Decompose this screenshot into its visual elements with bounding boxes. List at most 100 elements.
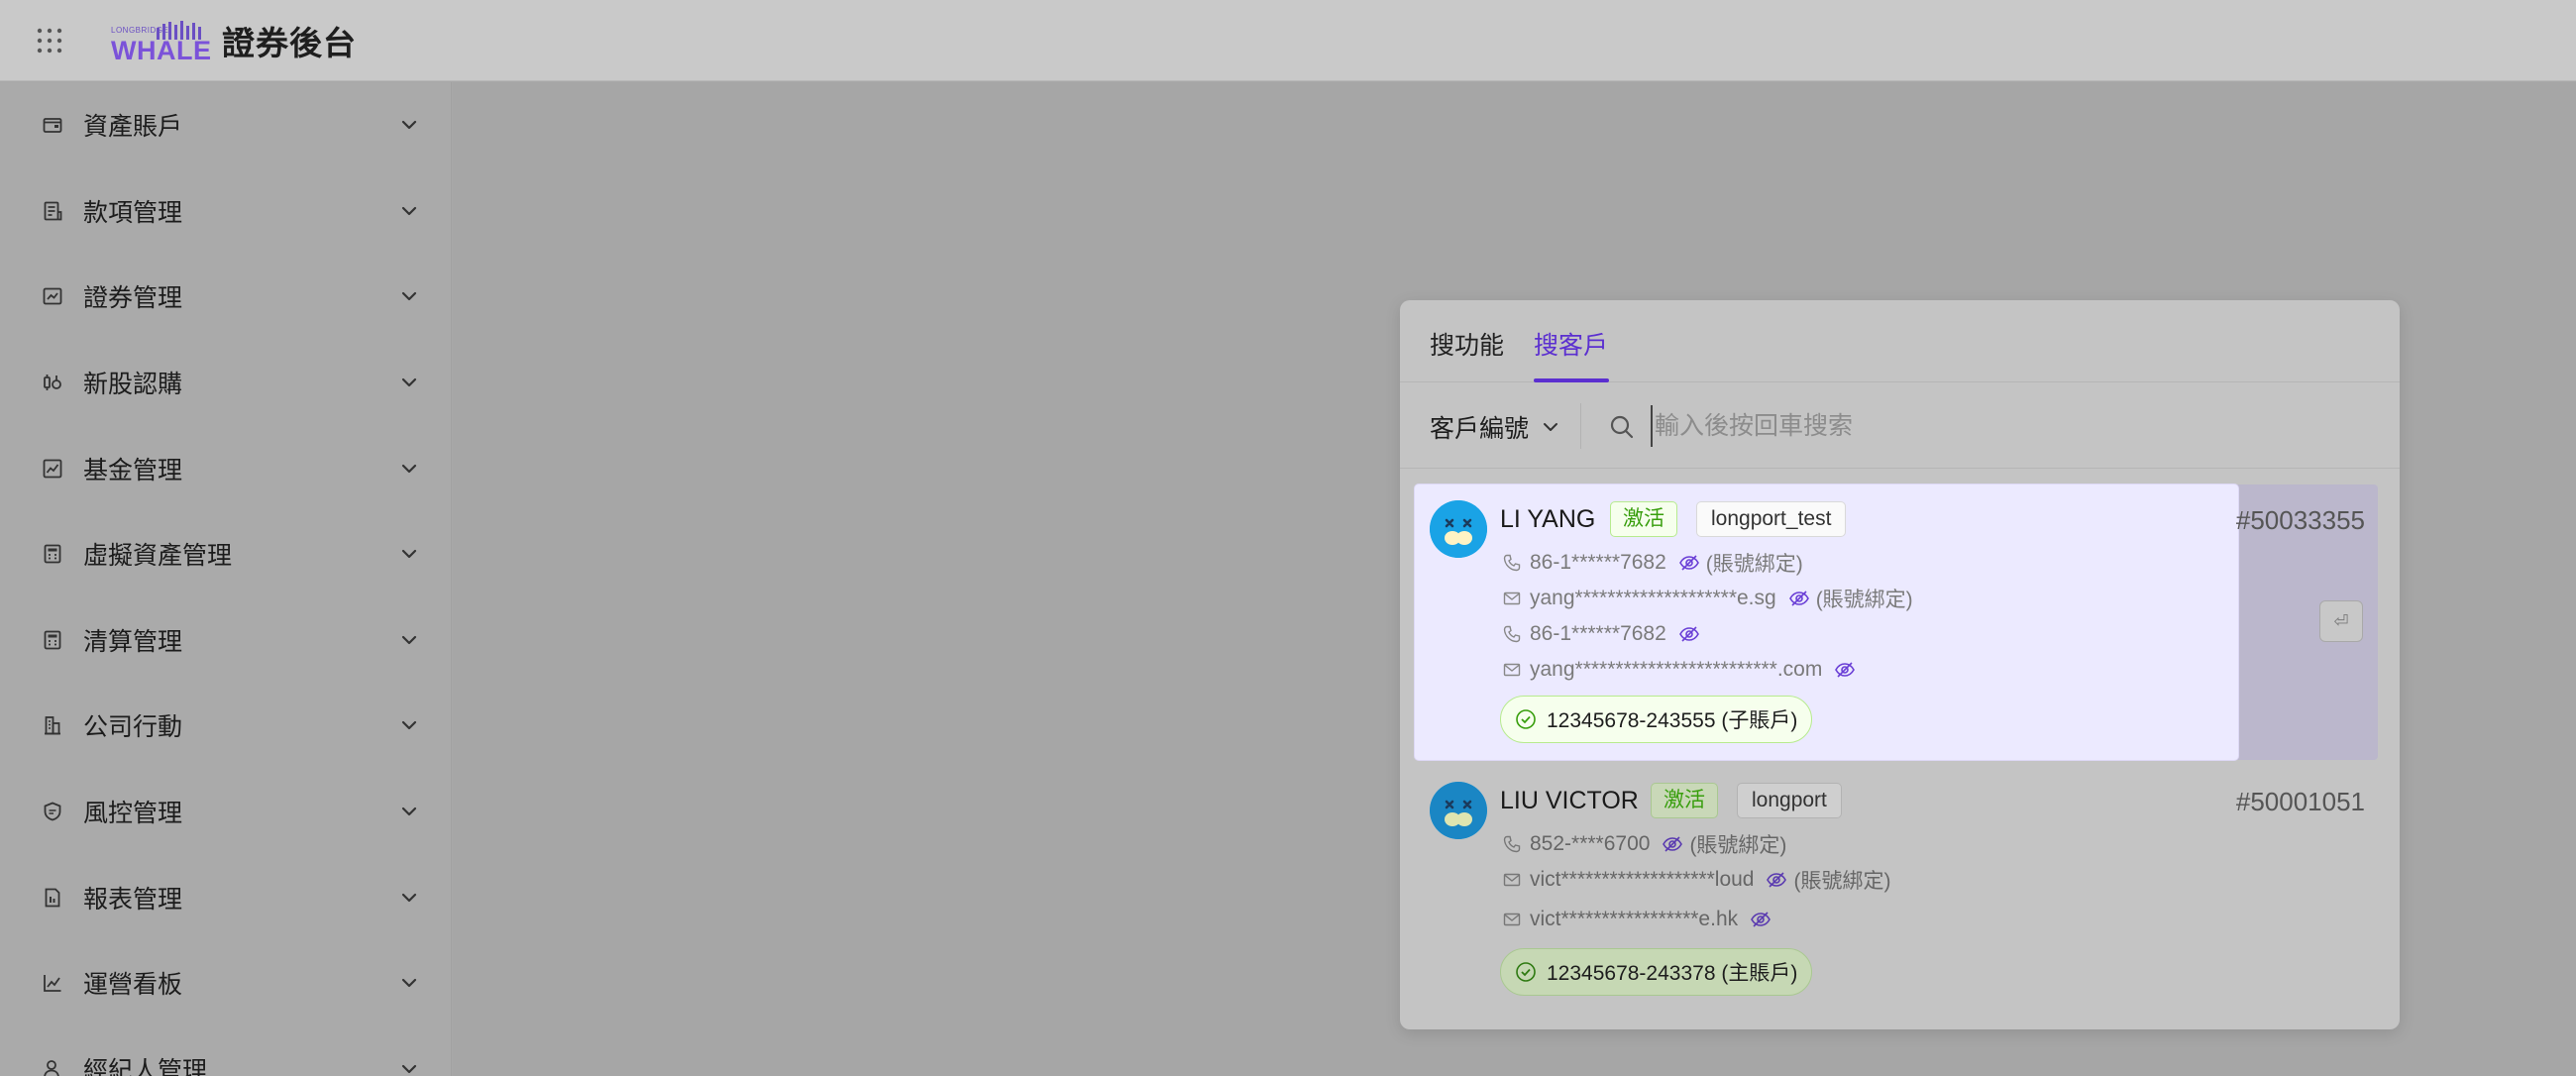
report-icon xyxy=(42,887,63,909)
customer-id: #50033355 xyxy=(2235,505,2365,535)
sidebar-item-reports[interactable]: 報表管理 xyxy=(0,854,451,940)
phone-icon xyxy=(1503,554,1521,572)
building-icon xyxy=(42,714,63,736)
phone-icon xyxy=(1503,835,1521,853)
app-grid-button[interactable] xyxy=(0,0,99,81)
sidebar-item-funds[interactable]: 基金管理 xyxy=(0,425,451,511)
mail-icon xyxy=(1503,663,1521,677)
customer-name: LI YANG xyxy=(1500,505,1596,533)
account-number: 12345678-243378 (主賬戶) xyxy=(1547,962,1798,985)
check-circle-icon xyxy=(1516,709,1536,729)
email-line: vict*******************loud (賬號綁定) xyxy=(1502,866,1890,894)
sidebar-item-label: 資產賬戶 xyxy=(83,113,183,142)
sidebar-item-operations-dashboard[interactable]: 運營看板 xyxy=(0,940,451,1026)
sidebar-item-risk-control[interactable]: 風控管理 xyxy=(0,769,451,855)
avatar xyxy=(1430,500,1487,558)
sidebar-item-label: 證券管理 xyxy=(83,284,183,313)
email-value: yang*************************.com xyxy=(1530,658,1823,681)
logo-wordmark: WHALE xyxy=(111,35,212,65)
eye-off-icon[interactable] xyxy=(1788,588,1810,609)
chevron-down-icon xyxy=(401,1064,417,1073)
sidebar-item-virtual-assets[interactable]: 虛擬資產管理 xyxy=(0,511,451,597)
enter-key-hint: ⏎ xyxy=(2319,600,2363,642)
chevron-down-icon xyxy=(401,721,417,730)
chevron-down-icon xyxy=(401,464,417,473)
binding-note: (賬號綁定) xyxy=(1793,870,1891,893)
search-icon xyxy=(1610,415,1634,439)
eye-off-icon[interactable] xyxy=(1834,659,1856,681)
avatar xyxy=(1430,782,1487,839)
account-pill[interactable]: 12345678-243555 (子賬戶) xyxy=(1500,696,1813,743)
tab-search-functions[interactable]: 搜功能 xyxy=(1430,326,1504,362)
phone-value: 86-1******7682 xyxy=(1530,622,1666,645)
sidebar-item-securities[interactable]: 證券管理 xyxy=(0,254,451,340)
user-icon xyxy=(42,1058,63,1076)
binding-note: (賬號綁定) xyxy=(1689,834,1787,857)
customer-tag: longport xyxy=(1737,783,1842,818)
sidebar-item-corporate-actions[interactable]: 公司行動 xyxy=(0,683,451,769)
brand-logo[interactable]: LONGBRIDGE WHALE xyxy=(111,16,211,65)
email-line: vict*****************e.hk xyxy=(1502,906,1777,933)
search-field-select[interactable]: 客戶編號 xyxy=(1430,409,1560,445)
phone-line: 852-****6700 (賬號綁定) xyxy=(1502,830,1786,858)
sidebar-item-label: 運營看板 xyxy=(83,971,183,1000)
phone-value: 852-****6700 xyxy=(1530,832,1651,855)
sidebar-item-label: 經紀人管理 xyxy=(83,1056,208,1076)
chevron-down-icon xyxy=(401,121,417,130)
sidebar-item-asset-account[interactable]: 資產賬戶 xyxy=(0,82,451,168)
chevron-down-icon xyxy=(401,635,417,644)
eye-off-icon[interactable] xyxy=(1750,909,1771,930)
mail-icon xyxy=(1503,873,1521,887)
sidebar-item-label: 款項管理 xyxy=(83,198,183,227)
sidebar-item-clearing[interactable]: 清算管理 xyxy=(0,597,451,684)
email-value: vict*******************loud xyxy=(1530,868,1755,891)
sidebar-item-label: 清算管理 xyxy=(83,627,183,656)
email-line: yang*************************.com xyxy=(1502,656,1862,684)
top-bar: LONGBRIDGE WHALE 證券後台 xyxy=(0,0,2576,81)
sidebar-item-broker-management[interactable]: 經紀人管理 xyxy=(0,1026,451,1076)
ipo-icon xyxy=(42,372,63,393)
app-title: 證券後台 xyxy=(222,24,357,61)
grid-icon xyxy=(37,28,62,53)
eye-off-icon[interactable] xyxy=(1766,869,1787,891)
chevron-down-icon xyxy=(401,979,417,988)
receipt-icon xyxy=(42,200,63,222)
sidebar-item-label: 新股認購 xyxy=(83,371,183,399)
sidebar-item-label: 公司行動 xyxy=(83,713,183,742)
eye-off-icon[interactable] xyxy=(1678,552,1700,574)
sidebar-item-label: 風控管理 xyxy=(83,800,183,828)
customer-name[interactable]: LIU VICTOR xyxy=(1500,787,1639,815)
sidebar-item-payments[interactable]: 款項管理 xyxy=(0,168,451,255)
phone-line: 86-1******7682 xyxy=(1502,620,1706,648)
email-value: yang********************e.sg xyxy=(1530,587,1776,609)
sidebar-item-label: 報表管理 xyxy=(83,885,183,914)
check-circle-icon xyxy=(1516,962,1536,982)
mail-icon xyxy=(1503,913,1521,926)
active-tab-indicator xyxy=(1534,378,1609,382)
search-field-label: 客戶編號 xyxy=(1430,415,1530,443)
calculator-icon xyxy=(42,543,63,565)
shield-icon xyxy=(42,801,63,822)
eye-off-icon[interactable] xyxy=(1662,833,1683,855)
account-pill[interactable]: 12345678-243378 (主賬戶) xyxy=(1500,948,1813,996)
fund-chart-icon xyxy=(42,458,63,480)
phone-icon xyxy=(1503,625,1521,643)
chevron-down-icon xyxy=(401,807,417,816)
tab-search-customers[interactable]: 搜客戶 xyxy=(1534,326,1608,362)
line-chart-icon xyxy=(42,972,63,994)
phone-value: 86-1******7682 xyxy=(1530,551,1666,574)
chevron-down-icon xyxy=(401,206,417,215)
account-number: 12345678-243555 (子賬戶) xyxy=(1547,709,1798,732)
customer-id: #50001051 xyxy=(2235,787,2365,816)
sidebar-item-ipo[interactable]: 新股認購 xyxy=(0,340,451,426)
stock-card-icon xyxy=(42,285,63,307)
sidebar-item-label: 基金管理 xyxy=(83,456,183,484)
sidebar: 資產賬戶 款項管理 證券管理 新股認購 基金管理 虛擬資產管理 清算管理 公司行… xyxy=(0,82,452,1076)
calculator-icon xyxy=(42,629,63,651)
sidebar-item-label: 虛擬資產管理 xyxy=(83,542,233,571)
search-input[interactable] xyxy=(1651,405,2344,447)
binding-note: (賬號綁定) xyxy=(1815,589,1913,611)
eye-off-icon[interactable] xyxy=(1678,623,1700,645)
customer-tag: longport_test xyxy=(1696,501,1847,537)
status-badge: 激活 xyxy=(1610,501,1677,537)
